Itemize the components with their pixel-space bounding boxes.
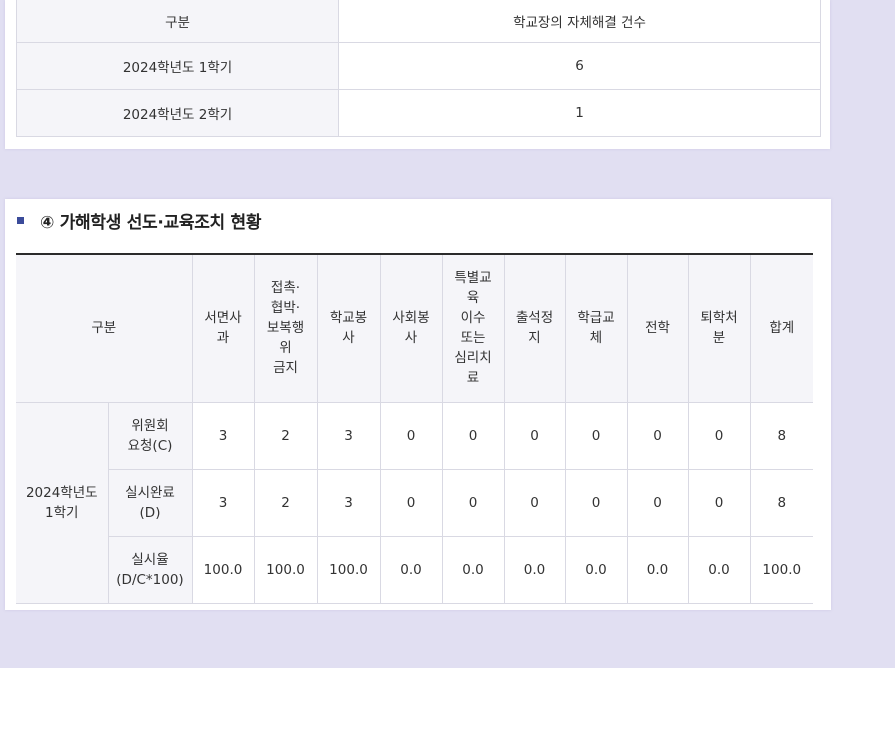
table-cell: 0 [441, 468, 505, 537]
table-cell: 0.0 [379, 535, 443, 604]
table-cell: 100.0 [749, 535, 813, 604]
table-cell: 0.0 [503, 535, 566, 604]
table-row: 2024학년도 2학기 1 [16, 88, 821, 137]
row-term: 2024학년도 1학기 [16, 41, 339, 90]
table-row: 2024학년도 1학기 위원회 요청(C) 3 2 3 0 0 0 0 0 0 … [16, 401, 813, 604]
table-cell: 0 [687, 401, 751, 470]
table-header-row: 구분 학교장의 자체해결 건수 [16, 0, 821, 43]
table-header-row: 구분 서면사 과 접촉· 협박· 보복행 위 금지 학교봉 사 사회봉 사 특별… [16, 253, 813, 403]
table-cell: 0 [687, 468, 751, 537]
header-category: 구분 [16, 0, 339, 43]
table-row: 실시완료 (D) 3 2 3 0 0 0 0 0 0 8 [16, 468, 813, 537]
table-cell: 0.0 [441, 535, 505, 604]
table-cell: 8 [749, 468, 813, 537]
table-cell: 0 [503, 468, 566, 537]
table-cell: 100.0 [191, 535, 255, 604]
header-col: 서면사 과 [191, 253, 255, 403]
table-cell: 0.0 [564, 535, 628, 604]
table-cell: 100.0 [253, 535, 318, 604]
table-cell: 0 [626, 468, 689, 537]
table-cell: 100.0 [316, 535, 381, 604]
section-title: ④ 가해학생 선도·교육조치 현황 [17, 209, 262, 233]
row-label: 실시율 (D/C*100) [108, 535, 193, 604]
header-col: 사회봉 사 [379, 253, 443, 403]
term-label: 2024학년도 1학기 [16, 401, 109, 604]
table-cell: 0 [564, 468, 628, 537]
table-cell: 0 [626, 401, 689, 470]
header-col: 특별교 육 이수 또는 심리치 료 [441, 253, 505, 403]
disciplinary-measures-table: 구분 서면사 과 접촉· 협박· 보복행 위 금지 학교봉 사 사회봉 사 특별… [16, 253, 813, 604]
row-count: 1 [338, 88, 821, 137]
square-bullet-icon [17, 216, 24, 224]
self-resolution-table: 구분 학교장의 자체해결 건수 2024학년도 1학기 6 2024학년도 2학… [16, 0, 821, 137]
table-cell: 3 [316, 401, 381, 470]
header-col: 출석정 지 [503, 253, 566, 403]
table-cell: 8 [749, 401, 813, 470]
header-col: 학급교 체 [564, 253, 628, 403]
table-cell: 0 [379, 468, 443, 537]
disciplinary-measures-card: ④ 가해학생 선도·교육조치 현황 구분 서면사 과 접촉· 협박· 보복행 위… [5, 199, 831, 610]
header-category: 구분 [16, 253, 193, 403]
table-row: 2024학년도 1학기 6 [16, 41, 821, 90]
table-row: 실시율 (D/C*100) 100.0 100.0 100.0 0.0 0.0 … [16, 535, 813, 604]
header-count: 학교장의 자체해결 건수 [338, 0, 821, 43]
table-cell: 2 [253, 401, 318, 470]
header-col: 합계 [749, 253, 813, 403]
table-cell: 3 [191, 468, 255, 537]
row-term: 2024학년도 2학기 [16, 88, 339, 137]
header-col: 전학 [626, 253, 689, 403]
table-cell: 0.0 [687, 535, 751, 604]
section-title-text: ④ 가해학생 선도·교육조치 현황 [40, 212, 262, 233]
table-cell: 3 [316, 468, 381, 537]
header-col: 학교봉 사 [316, 253, 381, 403]
table-cell: 3 [191, 401, 255, 470]
table-cell: 2 [253, 468, 318, 537]
table-cell: 0 [564, 401, 628, 470]
row-label: 위원회 요청(C) [107, 401, 193, 470]
row-count: 6 [338, 41, 821, 90]
table-cell: 0 [503, 401, 566, 470]
header-col: 접촉· 협박· 보복행 위 금지 [253, 253, 318, 403]
table-cell: 0.0 [626, 535, 689, 604]
row-label: 실시완료 (D) [108, 468, 193, 537]
self-resolution-card: 구분 학교장의 자체해결 건수 2024학년도 1학기 6 2024학년도 2학… [5, 0, 830, 149]
header-col: 퇴학처 분 [687, 253, 751, 403]
table-cell: 0 [379, 401, 443, 470]
table-cell: 0 [441, 401, 505, 470]
